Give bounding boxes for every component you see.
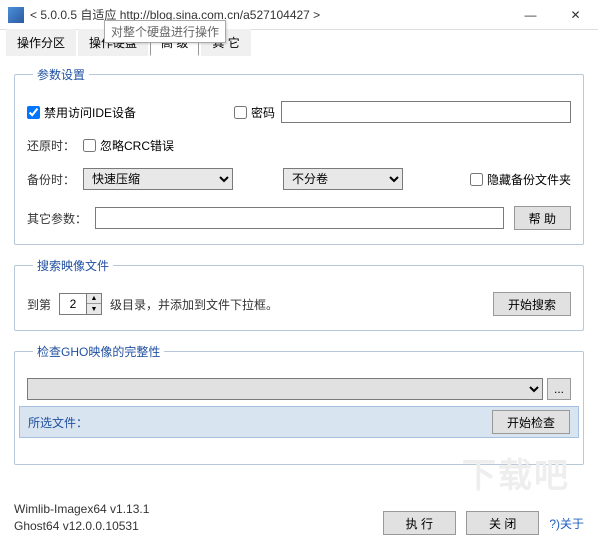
window-title: < 5.0.0.5 自适应 http://blog.sina.com.cn/a5… xyxy=(30,6,508,23)
version-wimlib: Wimlib-Imagex64 v1.13.1 xyxy=(14,501,149,518)
minimize-button[interactable]: — xyxy=(508,0,553,30)
restore-label: 还原时： xyxy=(27,137,75,154)
tabstrip: 操作分区 操作硬盘 高 级 其 它 对整个硬盘进行操作 xyxy=(0,30,598,56)
backup-label: 备份时： xyxy=(27,171,75,188)
version-ghost: Ghost64 v12.0.0.10531 xyxy=(14,518,149,535)
about-link[interactable]: ?)关于 xyxy=(549,515,584,532)
search-group: 搜索映像文件 到第 ▲ ▼ 级目录，并添加到文件下拉框。 开始搜索 xyxy=(14,257,584,331)
ide-checkbox[interactable] xyxy=(27,106,40,119)
version-info: Wimlib-Imagex64 v1.13.1 Ghost64 v12.0.0.… xyxy=(14,501,149,535)
selected-label: 所选文件： xyxy=(28,414,88,431)
browse-button[interactable]: ... xyxy=(547,378,571,400)
search-suffix: 级目录，并添加到文件下拉框。 xyxy=(110,296,278,313)
pwd-input[interactable] xyxy=(281,101,571,123)
search-button[interactable]: 开始搜索 xyxy=(493,292,571,316)
help-button[interactable]: 帮 助 xyxy=(514,206,571,230)
close-app-button[interactable]: 关 闭 xyxy=(466,511,539,535)
tab-partition[interactable]: 操作分区 xyxy=(6,29,76,56)
hide-checkbox-wrap[interactable]: 隐藏备份文件夹 xyxy=(470,171,571,188)
search-legend: 搜索映像文件 xyxy=(33,257,113,274)
tooltip: 对整个硬盘进行操作 xyxy=(104,20,226,43)
close-button[interactable]: ✕ xyxy=(553,0,598,30)
hide-label: 隐藏备份文件夹 xyxy=(487,171,571,188)
search-prefix: 到第 xyxy=(27,296,51,313)
pwd-checkbox[interactable] xyxy=(234,106,247,119)
params-legend: 参数设置 xyxy=(33,66,89,83)
other-label: 其它参数： xyxy=(27,210,87,227)
crc-checkbox[interactable] xyxy=(83,139,96,152)
ide-label: 禁用访问IDE设备 xyxy=(44,104,136,121)
check-group: 检查GHO映像的完整性 ... 所选文件： 开始检查 xyxy=(14,343,584,465)
ide-checkbox-wrap[interactable]: 禁用访问IDE设备 xyxy=(27,104,136,121)
gho-select[interactable] xyxy=(27,378,543,400)
hide-checkbox[interactable] xyxy=(470,173,483,186)
level-spinner[interactable]: ▲ ▼ xyxy=(59,293,102,315)
crc-label: 忽略CRC错误 xyxy=(100,137,174,154)
compress-select[interactable]: 快速压缩 xyxy=(83,168,233,190)
params-group: 参数设置 禁用访问IDE设备 密码 还原时： 忽略CRC错误 备份时： 快速压缩 xyxy=(14,66,584,245)
pwd-checkbox-wrap[interactable]: 密码 xyxy=(234,104,275,121)
crc-checkbox-wrap[interactable]: 忽略CRC错误 xyxy=(83,137,174,154)
check-legend: 检查GHO映像的完整性 xyxy=(33,343,164,360)
app-icon xyxy=(8,7,24,23)
other-input[interactable] xyxy=(95,207,504,229)
split-select[interactable]: 不分卷 xyxy=(283,168,403,190)
execute-button[interactable]: 执 行 xyxy=(383,511,456,535)
pwd-label: 密码 xyxy=(251,104,275,121)
spinner-down-icon[interactable]: ▼ xyxy=(87,304,101,314)
check-button[interactable]: 开始检查 xyxy=(492,410,570,434)
level-input[interactable] xyxy=(59,293,87,315)
spinner-up-icon[interactable]: ▲ xyxy=(87,294,101,304)
